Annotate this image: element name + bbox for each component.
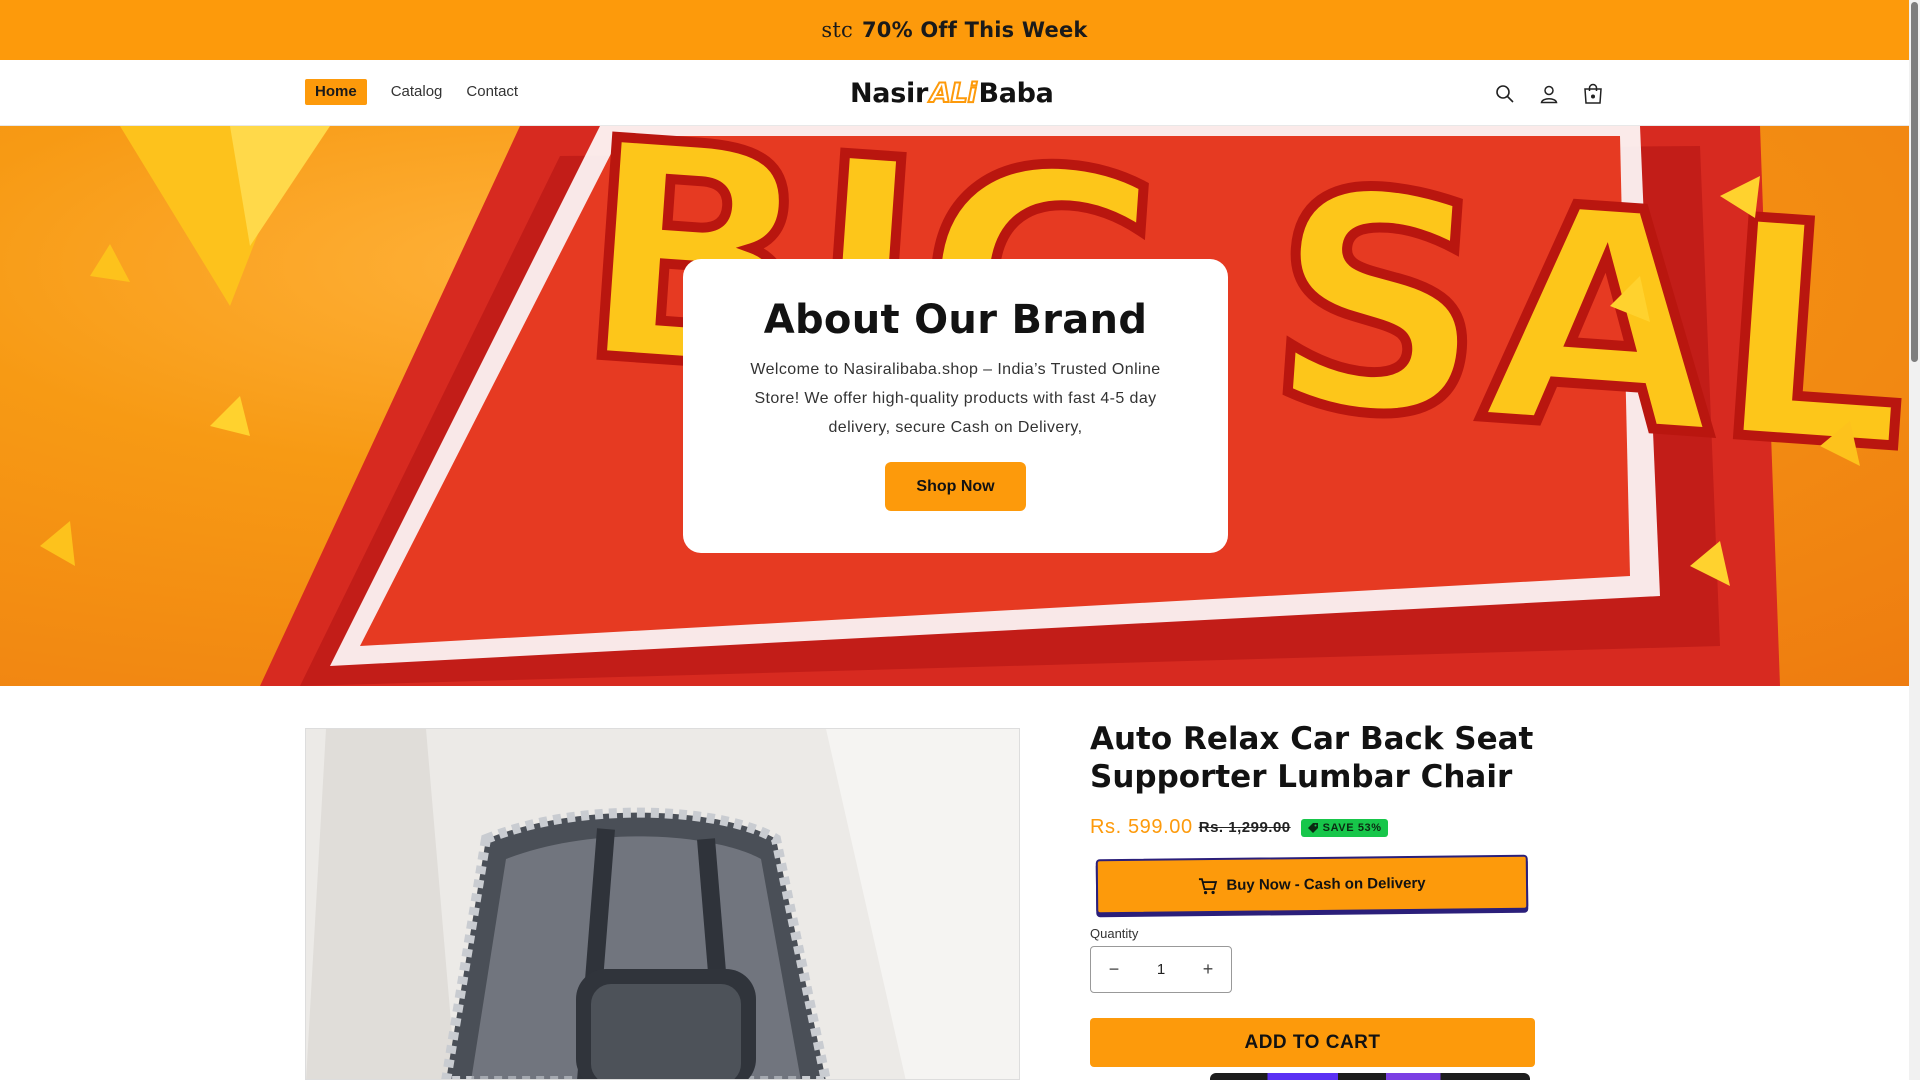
buy-now-label: Buy Now - Cash on Delivery bbox=[1226, 874, 1426, 894]
announcement-prefix: stc bbox=[821, 18, 853, 42]
about-card: About Our Brand Welcome to Nasiralibaba.… bbox=[683, 259, 1228, 553]
quantity-stepper: − 1 + bbox=[1090, 946, 1232, 993]
price-row: Rs. 599.00 Rs. 1,299.00 SAVE 53% bbox=[1090, 816, 1388, 839]
site-logo[interactable]: Nasir ALi Baba bbox=[850, 76, 1055, 110]
about-body: Welcome to Nasiralibaba.shop – India’s T… bbox=[750, 361, 1161, 436]
compare-price: Rs. 1,299.00 bbox=[1198, 819, 1291, 836]
buy-now-cod-button[interactable]: Buy Now - Cash on Delivery bbox=[1095, 854, 1529, 915]
quantity-increase-button[interactable]: + bbox=[1185, 959, 1231, 980]
sale-price: Rs. 599.00 bbox=[1090, 816, 1193, 838]
nav-contact[interactable]: Contact bbox=[466, 79, 518, 105]
nav-catalog[interactable]: Catalog bbox=[391, 79, 443, 105]
product-image[interactable] bbox=[305, 728, 1020, 1080]
tag-icon bbox=[1307, 822, 1318, 833]
add-to-cart-button[interactable]: ADD TO CART bbox=[1090, 1018, 1535, 1067]
announcement-message: 70% Off This Week bbox=[862, 18, 1088, 42]
product-title: Auto Relax Car Back Seat Supporter Lumba… bbox=[1090, 721, 1534, 795]
site-header: Home Catalog Contact Nasir ALi Baba bbox=[0, 60, 1909, 126]
quantity-label: Quantity bbox=[1090, 926, 1139, 941]
about-title: About Our Brand bbox=[763, 297, 1148, 343]
logo-part-1: Nasir bbox=[850, 77, 928, 109]
logo-part-2: ALi bbox=[929, 77, 978, 110]
quantity-decrease-button[interactable]: − bbox=[1091, 959, 1137, 980]
shop-now-button[interactable]: Shop Now bbox=[885, 462, 1026, 511]
save-badge: SAVE 53% bbox=[1300, 818, 1388, 837]
quantity-input[interactable]: 1 bbox=[1137, 961, 1185, 978]
nav-home[interactable]: Home bbox=[305, 79, 367, 105]
search-icon[interactable] bbox=[1490, 79, 1520, 109]
header-icons bbox=[1490, 79, 1622, 109]
save-badge-text: SAVE 53% bbox=[1322, 821, 1382, 834]
cart-icon bbox=[1199, 877, 1218, 894]
payment-buttons[interactable] bbox=[1210, 1073, 1530, 1080]
announcement-bar: stc 70% Off This Week bbox=[0, 0, 1909, 60]
scrollbar[interactable] bbox=[1909, 0, 1920, 1080]
scrollbar-thumb[interactable] bbox=[1911, 2, 1918, 362]
lumbar-support-photo bbox=[306, 729, 1019, 1079]
main-nav: Home Catalog Contact bbox=[305, 79, 542, 105]
account-icon[interactable] bbox=[1534, 79, 1564, 109]
logo-part-3: Baba bbox=[978, 77, 1054, 109]
announcement-text: stc 70% Off This Week bbox=[821, 18, 1087, 42]
cart-icon[interactable] bbox=[1578, 79, 1608, 109]
